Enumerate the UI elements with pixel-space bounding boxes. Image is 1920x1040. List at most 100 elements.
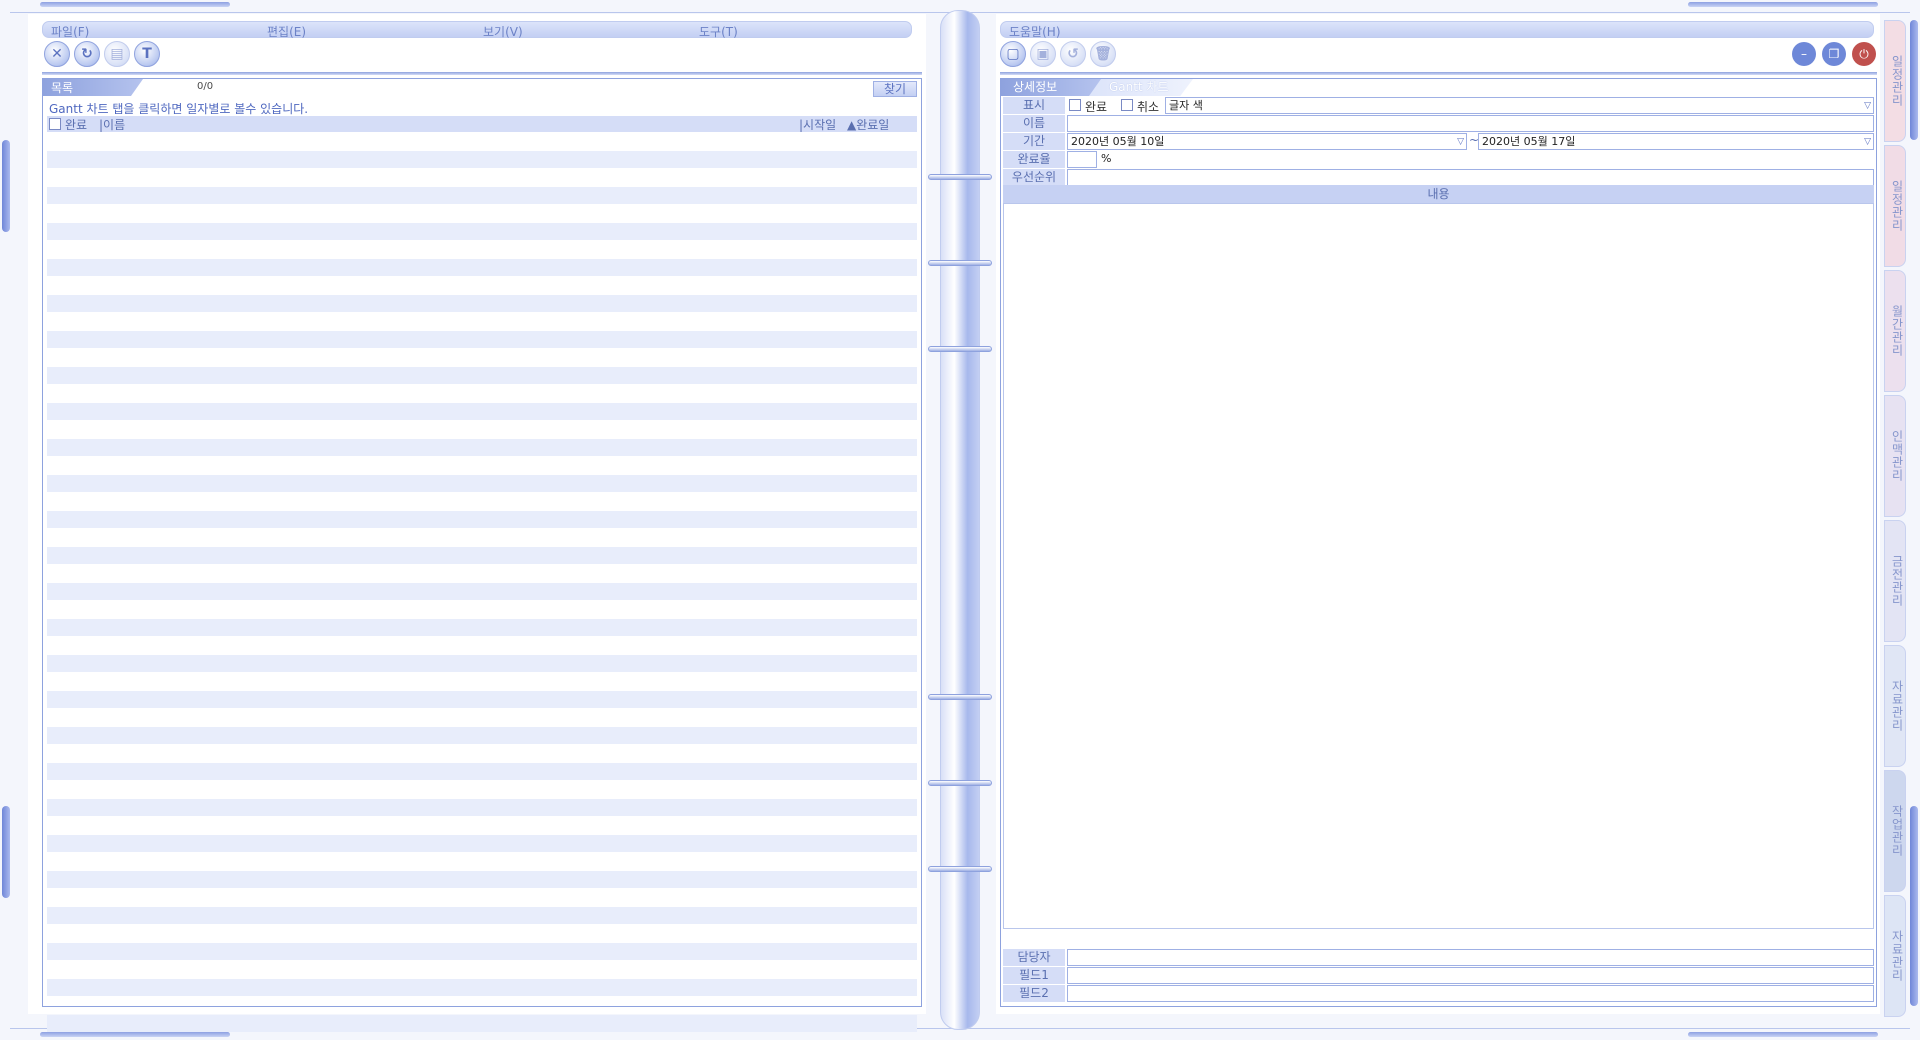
table-row[interactable] (47, 655, 917, 672)
refresh-icon[interactable]: ↻ (74, 41, 100, 67)
tab-list[interactable]: 목록 (43, 79, 143, 96)
tool-icon[interactable]: T (134, 41, 160, 67)
table-row[interactable] (47, 457, 917, 474)
table-row[interactable] (47, 565, 917, 582)
menu-file[interactable]: 파일(F) (51, 23, 89, 40)
table-row[interactable] (47, 997, 917, 1014)
table-row[interactable] (47, 169, 917, 186)
table-row[interactable] (47, 601, 917, 618)
table-row[interactable] (47, 385, 917, 402)
table-row[interactable] (47, 871, 917, 888)
menu-edit[interactable]: 편집(E) (267, 23, 306, 40)
table-row[interactable] (47, 493, 917, 510)
name-field[interactable] (1067, 115, 1874, 132)
table-row[interactable] (47, 727, 917, 744)
table-row[interactable] (47, 295, 917, 312)
dropdown-arrow-icon: ▽ (1457, 137, 1464, 147)
table-row[interactable] (47, 421, 917, 438)
column-end[interactable]: ▲완료일 (847, 116, 889, 133)
table-row[interactable] (47, 709, 917, 726)
table-row[interactable] (47, 547, 917, 564)
priority-field[interactable] (1067, 169, 1874, 186)
text-color-select[interactable]: 글자 색 ▽ (1165, 97, 1874, 114)
table-row[interactable] (47, 511, 917, 528)
table-row[interactable] (47, 349, 917, 366)
table-row[interactable] (47, 475, 917, 492)
table-row[interactable] (47, 529, 917, 546)
table-row[interactable] (47, 691, 917, 708)
table-row[interactable] (47, 979, 917, 996)
side-tab-5[interactable]: 자료관리 (1884, 645, 1906, 767)
table-row[interactable] (47, 439, 917, 456)
field2-input[interactable] (1067, 985, 1874, 1002)
left-menubar: 파일(F) 편집(E) 보기(V) 도구(T) (42, 21, 912, 40)
left-page: 파일(F) 편집(E) 보기(V) 도구(T) ✕ ↻ ▤ T 목록 0/0 찾… (28, 14, 926, 1032)
find-button[interactable]: 찾기 (873, 81, 917, 97)
restore-icon[interactable]: ❐ (1822, 42, 1846, 66)
side-tab-4[interactable]: 금전관리 (1884, 520, 1906, 642)
table-row[interactable] (47, 223, 917, 240)
close-doc-icon[interactable]: ✕ (44, 41, 70, 67)
table-row[interactable] (47, 781, 917, 798)
period-end-select[interactable]: 2020년 05월 17일 ▽ (1478, 133, 1874, 150)
side-tab-2[interactable]: 월간관리 (1884, 270, 1906, 392)
table-row[interactable] (47, 151, 917, 168)
side-tab-0[interactable]: 일정관리 (1884, 20, 1906, 142)
table-row[interactable] (47, 673, 917, 690)
table-row[interactable] (47, 745, 917, 762)
side-tab-1[interactable]: 일정관리 (1884, 145, 1906, 267)
undo-icon[interactable]: ↺ (1060, 41, 1086, 67)
table-row[interactable] (47, 187, 917, 204)
menu-help[interactable]: 도움말(H) (1009, 23, 1061, 40)
table-row[interactable] (47, 799, 917, 816)
table-row[interactable] (47, 835, 917, 852)
tab-gantt[interactable]: Gantt 차트 (1087, 79, 1193, 96)
table-row[interactable] (47, 961, 917, 978)
cancel-checkbox[interactable] (1121, 99, 1133, 111)
field1-input[interactable] (1067, 967, 1874, 984)
table-row[interactable] (47, 943, 917, 960)
side-tab-3[interactable]: 인맥관리 (1884, 395, 1906, 517)
delete-icon[interactable]: 🗑 (1090, 41, 1116, 67)
menu-view[interactable]: 보기(V) (483, 23, 523, 40)
completion-field[interactable] (1067, 151, 1097, 168)
binder-ring (928, 174, 992, 180)
table-row[interactable] (47, 925, 917, 942)
table-row[interactable] (47, 763, 917, 780)
table-row[interactable] (47, 403, 917, 420)
table-row[interactable] (47, 817, 917, 834)
table-row[interactable] (47, 889, 917, 906)
table-row[interactable] (47, 907, 917, 924)
save-icon[interactable]: ▣ (1030, 41, 1056, 67)
table-row[interactable] (47, 277, 917, 294)
table-row[interactable] (47, 241, 917, 258)
table-row[interactable] (47, 1033, 917, 1040)
select-all-checkbox[interactable] (49, 118, 61, 130)
print-icon[interactable]: ▤ (104, 41, 130, 67)
table-row[interactable] (47, 313, 917, 330)
table-row[interactable] (47, 331, 917, 348)
table-row[interactable] (47, 619, 917, 636)
table-row[interactable] (47, 583, 917, 600)
power-icon[interactable]: ⏻ (1852, 42, 1876, 66)
table-row[interactable] (47, 637, 917, 654)
new-doc-icon[interactable]: ▢ (1000, 41, 1026, 67)
menu-tools[interactable]: 도구(T) (699, 23, 738, 40)
column-name[interactable]: |이름 (99, 116, 125, 133)
minimize-icon[interactable]: – (1792, 42, 1816, 66)
table-row[interactable] (47, 259, 917, 276)
table-row[interactable] (47, 853, 917, 870)
column-done[interactable]: 완료 (65, 116, 87, 133)
done-checkbox[interactable] (1069, 99, 1081, 111)
content-textarea[interactable] (1003, 203, 1874, 929)
manager-field[interactable] (1067, 949, 1874, 966)
side-tab-7[interactable]: 자료관리 (1884, 895, 1906, 1017)
table-row[interactable] (47, 205, 917, 222)
period-start-select[interactable]: 2020년 05월 10일 ▽ (1067, 133, 1467, 150)
frame-corner (1910, 20, 1918, 140)
table-row[interactable] (47, 1015, 917, 1032)
tab-detail[interactable]: 상세정보 (1001, 79, 1101, 96)
table-row[interactable] (47, 367, 917, 384)
side-tab-6[interactable]: 작업관리 (1884, 770, 1906, 892)
column-start[interactable]: |시작일 (799, 116, 836, 133)
